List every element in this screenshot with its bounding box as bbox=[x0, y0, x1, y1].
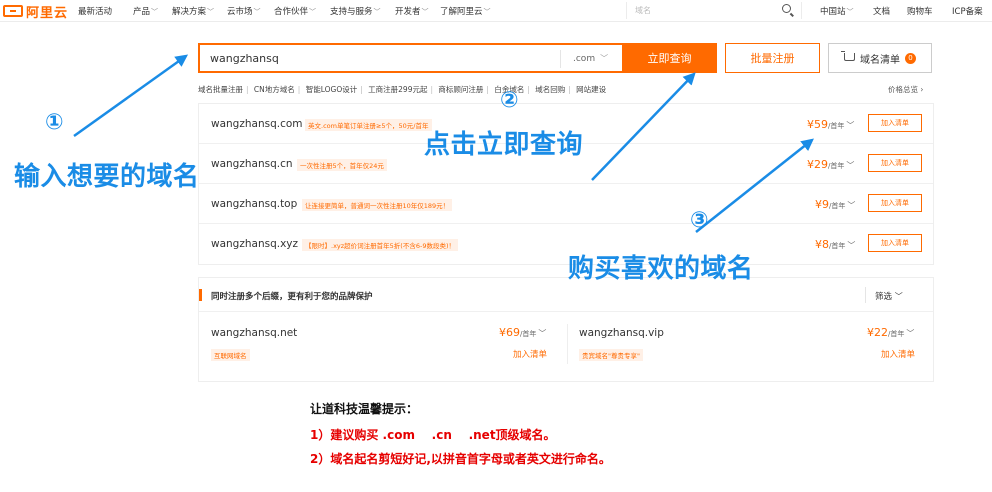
batch-register-button[interactable]: 批量注册 bbox=[725, 43, 820, 73]
suffix-value: .com bbox=[573, 54, 596, 64]
query-now-button[interactable]: 立即查询 bbox=[622, 43, 717, 73]
add-to-list-button[interactable]: 加入清单 bbox=[868, 114, 922, 132]
chevron-down-icon: ﹀ bbox=[847, 241, 856, 250]
domain-name: wangzhansq.net bbox=[211, 327, 298, 339]
domain-price[interactable]: ¥9/首年 ﹀ bbox=[815, 198, 855, 211]
chevron-down-icon: ﹀ bbox=[421, 8, 429, 16]
chevron-down-icon: ﹀ bbox=[846, 121, 855, 130]
chevron-right-icon: › bbox=[920, 85, 924, 94]
aliyun-logo-icon bbox=[3, 5, 23, 17]
step1-number: ① bbox=[45, 110, 64, 135]
sub-link[interactable]: 工商注册299元起 bbox=[368, 85, 427, 94]
suggestion-title: 同时注册多个后缀，更有利于您的品牌保护 bbox=[211, 292, 373, 302]
chevron-down-icon: ﹀ bbox=[906, 329, 915, 338]
nav-docs[interactable]: 文档 bbox=[873, 5, 890, 17]
nav-support[interactable]: 支持与服务﹀ bbox=[330, 5, 381, 17]
domain-name: wangzhansq.vip bbox=[579, 327, 664, 339]
logo-text: 阿里云 bbox=[26, 5, 69, 21]
domain-price[interactable]: ¥29/首年 ﹀ bbox=[807, 158, 854, 171]
chevron-down-icon: ﹀ bbox=[253, 8, 261, 16]
search-icon[interactable] bbox=[782, 4, 791, 13]
suffix-select[interactable]: .com ﹀ bbox=[560, 50, 622, 68]
chevron-down-icon: ﹀ bbox=[207, 8, 215, 16]
domain-tag: 贵宾域名"尊贵专享" bbox=[579, 349, 643, 361]
suggestion-header: 同时注册多个后缀，更有利于您的品牌保护 筛选 ﹀ bbox=[199, 278, 933, 312]
domain-list-button[interactable]: 域名清单 0 bbox=[828, 43, 932, 73]
sub-link[interactable]: 域名批量注册 bbox=[198, 85, 243, 94]
accent-bar bbox=[199, 289, 202, 301]
nav-partners[interactable]: 合作伙伴﹀ bbox=[274, 5, 316, 17]
chevron-down-icon: ﹀ bbox=[846, 161, 855, 170]
arrow-step1 bbox=[73, 54, 189, 138]
chevron-down-icon: ﹀ bbox=[309, 8, 317, 16]
nav-about[interactable]: 了解阿里云﹀ bbox=[440, 5, 491, 17]
sub-link[interactable]: CN地方域名 bbox=[254, 85, 295, 94]
step3-text: 购买喜欢的域名 bbox=[568, 254, 754, 284]
aliyun-logo[interactable]: 阿里云 bbox=[3, 3, 69, 21]
result-row: wangzhansq.top 让连接更简单，普通词一次性注册10年仅189元！ … bbox=[199, 184, 933, 224]
result-row: wangzhansq.xyz 【限时】.xyz超价词注册首年5折(不含6-9数段… bbox=[199, 224, 933, 264]
tip-line-2: 2）域名起名剪短好记,以拼音首字母或者英文进行命名。 bbox=[310, 452, 611, 466]
nav-solutions[interactable]: 解决方案﹀ bbox=[172, 5, 214, 17]
search-placeholder: 域名 bbox=[635, 6, 651, 15]
domain-search-input[interactable]: wangzhansq .com ﹀ bbox=[198, 43, 622, 73]
tip-line-1: 1）建议购买 .com .cn .net顶级域名。 bbox=[310, 428, 556, 442]
domain-price[interactable]: ¥69/首年 ﹀ bbox=[499, 326, 546, 339]
cart-count-badge: 0 bbox=[905, 52, 916, 64]
nav-cart[interactable]: 购物车 bbox=[907, 5, 933, 17]
step1-text: 输入想要的域名 bbox=[14, 162, 200, 192]
promo-tag: 让连接更简单，普通词一次性注册10年仅189元！ bbox=[302, 199, 453, 211]
promo-tag: 一次性注册5个，首年仅24元 bbox=[297, 159, 387, 171]
promo-tag: 【限时】.xyz超价词注册首年5折(不含6-9数段类)！ bbox=[302, 239, 458, 251]
chevron-down-icon: ﹀ bbox=[151, 8, 159, 16]
step2-text: 点击立即查询 bbox=[424, 130, 584, 160]
chevron-down-icon: ﹀ bbox=[483, 8, 491, 16]
chevron-down-icon: ﹀ bbox=[894, 292, 903, 301]
promo-tag: 英文.com单笔订单注册≥5个，50元/首年 bbox=[305, 119, 432, 131]
domain-name: wangzhansq.top bbox=[211, 198, 298, 210]
sub-link[interactable]: 域名回购 bbox=[535, 85, 565, 94]
sub-link[interactable]: 网站建设 bbox=[576, 85, 606, 94]
chevron-down-icon: ﹀ bbox=[373, 8, 381, 16]
domain-tag: 互联网域名 bbox=[211, 349, 250, 361]
domain-price[interactable]: ¥59/首年 ﹀ bbox=[807, 118, 854, 131]
chevron-down-icon: ﹀ bbox=[846, 8, 854, 16]
filter-dropdown[interactable]: 筛选 ﹀ bbox=[875, 290, 903, 302]
price-overview-link[interactable]: 价格总览 › bbox=[888, 84, 923, 95]
domain-search-value: wangzhansq bbox=[210, 52, 279, 65]
step2-number: ② bbox=[500, 88, 519, 113]
suggestion-card: 同时注册多个后缀，更有利于您的品牌保护 筛选 ﹀ wangzhansq.net … bbox=[198, 277, 934, 382]
sub-link[interactable]: 商标顾问注册 bbox=[438, 85, 483, 94]
domain-price[interactable]: ¥8/首年 ﹀ bbox=[815, 238, 855, 251]
chevron-down-icon: ﹀ bbox=[600, 54, 609, 63]
sub-link[interactable]: 智能LOGO设计 bbox=[306, 85, 358, 94]
domain-list-label: 域名清单 bbox=[860, 54, 900, 66]
cart-icon bbox=[841, 51, 855, 61]
top-search-input[interactable]: 域名 bbox=[626, 2, 802, 19]
domain-name: wangzhansq.cn bbox=[211, 158, 293, 170]
domain-name: wangzhansq.com bbox=[211, 118, 303, 130]
tip-title: 让道科技温馨提示： bbox=[310, 402, 419, 416]
nav-region-china[interactable]: 中国站﹀ bbox=[820, 5, 854, 17]
nav-products[interactable]: 产品﹀ bbox=[133, 5, 158, 17]
top-navigation: 阿里云 最新活动 产品﹀ 解决方案﹀ 云市场﹀ 合作伙伴﹀ 支持与服务﹀ 开发者… bbox=[0, 0, 992, 22]
add-to-list-button[interactable]: 加入清单 bbox=[868, 234, 922, 252]
add-to-list-link[interactable]: 加入清单 bbox=[513, 348, 547, 360]
domain-name: wangzhansq.xyz bbox=[211, 238, 299, 250]
chevron-down-icon: ﹀ bbox=[847, 201, 856, 210]
add-to-list-button[interactable]: 加入清单 bbox=[868, 194, 922, 212]
sub-links-bar: 域名批量注册 | CN地方域名 | 智能LOGO设计 | 工商注册299元起 | 商标顾… bbox=[198, 85, 607, 94]
chevron-down-icon: ﹀ bbox=[538, 329, 547, 338]
nav-latest-activity[interactable]: 最新活动 bbox=[78, 5, 112, 17]
add-to-list-button[interactable]: 加入清单 bbox=[868, 154, 922, 172]
domain-price[interactable]: ¥22/首年 ﹀ bbox=[867, 326, 914, 339]
nav-marketplace[interactable]: 云市场﹀ bbox=[227, 5, 261, 17]
add-to-list-link[interactable]: 加入清单 bbox=[881, 348, 915, 360]
nav-developers[interactable]: 开发者﹀ bbox=[395, 5, 429, 17]
nav-icp[interactable]: ICP备案 bbox=[952, 5, 983, 17]
step3-number: ③ bbox=[690, 208, 709, 233]
